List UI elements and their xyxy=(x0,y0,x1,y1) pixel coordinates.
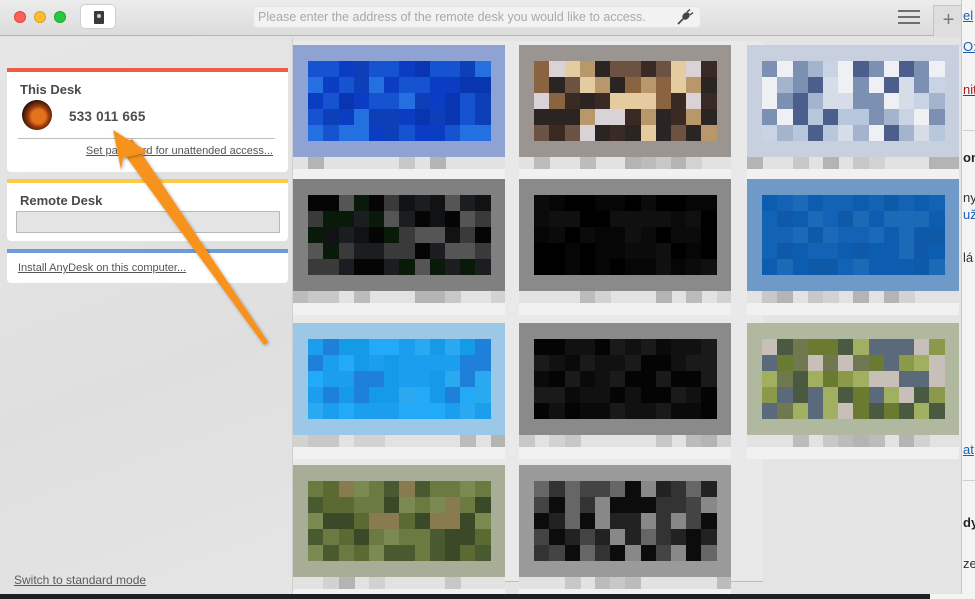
menu-line xyxy=(898,16,920,18)
remote-desk-card: Remote Desk xyxy=(7,179,288,241)
bg-fragment: nit xyxy=(963,82,975,97)
this-desk-accent-bar xyxy=(7,68,288,72)
bg-fragment: ze xyxy=(963,556,975,571)
sidebar: This Desk 533 011 665 Set password for u… xyxy=(0,37,293,594)
recent-session-thumbnail[interactable] xyxy=(747,179,959,317)
menu-line xyxy=(898,22,920,24)
session-preview-image xyxy=(293,45,505,157)
session-preview-image xyxy=(747,179,959,291)
bg-fragment: O: xyxy=(963,39,975,54)
avatar[interactable] xyxy=(22,100,52,130)
install-anydesk-link[interactable]: Install AnyDesk on this computer... xyxy=(18,262,186,274)
session-preview-image xyxy=(519,179,731,291)
recent-session-thumbnail[interactable] xyxy=(747,45,959,183)
bg-divider xyxy=(963,130,975,131)
session-preview-image xyxy=(747,45,959,157)
session-preview-image xyxy=(293,323,505,435)
session-caption-blurred xyxy=(519,291,731,315)
remote-desk-accent-bar xyxy=(7,179,288,183)
this-desk-title: This Desk xyxy=(20,82,82,97)
recent-session-thumbnail[interactable] xyxy=(293,45,505,183)
bg-divider xyxy=(963,480,975,481)
recent-session-thumbnail[interactable] xyxy=(519,179,731,317)
bg-fragment: on xyxy=(963,150,975,165)
maximize-window-button[interactable] xyxy=(54,11,66,23)
remote-desk-input[interactable] xyxy=(16,211,280,233)
home-tab-button[interactable] xyxy=(80,4,116,29)
recent-session-thumbnail[interactable] xyxy=(519,45,731,183)
hamburger-menu-button[interactable] xyxy=(896,8,922,28)
bg-fragment: at xyxy=(963,442,974,457)
recent-session-thumbnail[interactable] xyxy=(519,465,731,594)
session-preview-image xyxy=(293,465,505,577)
session-caption-blurred xyxy=(293,577,505,594)
bg-fragment: lá xyxy=(963,250,974,265)
bg-fragment: ny xyxy=(963,190,975,205)
set-password-link[interactable]: Set password for unattended access... xyxy=(86,145,273,157)
remote-address-input[interactable] xyxy=(258,8,668,26)
minimize-window-button[interactable] xyxy=(34,11,46,23)
recent-session-thumbnail[interactable] xyxy=(293,465,505,594)
bg-fragment: dy xyxy=(963,515,975,530)
title-bar: + xyxy=(0,0,961,37)
bg-fragment: el xyxy=(963,8,974,23)
session-caption-blurred xyxy=(293,157,505,181)
session-preview-image xyxy=(293,179,505,291)
session-caption-blurred xyxy=(747,291,959,315)
session-caption-blurred xyxy=(293,435,505,459)
remote-desk-title: Remote Desk xyxy=(20,193,103,208)
recent-session-thumbnail[interactable] xyxy=(293,323,505,461)
this-desk-card: This Desk 533 011 665 Set password for u… xyxy=(7,68,288,172)
session-preview-image xyxy=(519,45,731,157)
desk-icon xyxy=(94,11,104,24)
session-caption-blurred xyxy=(747,157,959,181)
session-preview-image xyxy=(519,323,731,435)
this-desk-address[interactable]: 533 011 665 xyxy=(69,109,146,124)
recent-session-thumbnail[interactable] xyxy=(747,323,959,461)
session-caption-blurred xyxy=(519,577,731,594)
switch-to-standard-mode-link[interactable]: Switch to standard mode xyxy=(14,573,146,587)
connect-plug-icon[interactable] xyxy=(676,9,694,25)
recent-session-thumbnail[interactable] xyxy=(519,323,731,461)
recent-sessions-panel xyxy=(293,37,961,594)
bg-fragment: už xyxy=(963,207,975,222)
close-window-button[interactable] xyxy=(14,11,26,23)
menu-line xyxy=(898,10,920,12)
session-preview-image xyxy=(747,323,959,435)
divider xyxy=(18,138,275,139)
session-caption-blurred xyxy=(293,291,505,315)
session-caption-blurred xyxy=(519,157,731,181)
install-card: Install AnyDesk on this computer... xyxy=(7,249,288,283)
anydesk-window: + This Desk 533 011 665 Set password for… xyxy=(0,0,962,594)
recent-sessions-grid xyxy=(293,41,959,594)
session-preview-image xyxy=(519,465,731,577)
recent-session-thumbnail[interactable] xyxy=(293,179,505,317)
session-caption-blurred xyxy=(747,435,959,459)
new-tab-button[interactable]: + xyxy=(933,5,961,37)
session-caption-blurred xyxy=(519,435,731,459)
address-bar[interactable] xyxy=(253,6,701,28)
install-accent-bar xyxy=(7,249,288,253)
